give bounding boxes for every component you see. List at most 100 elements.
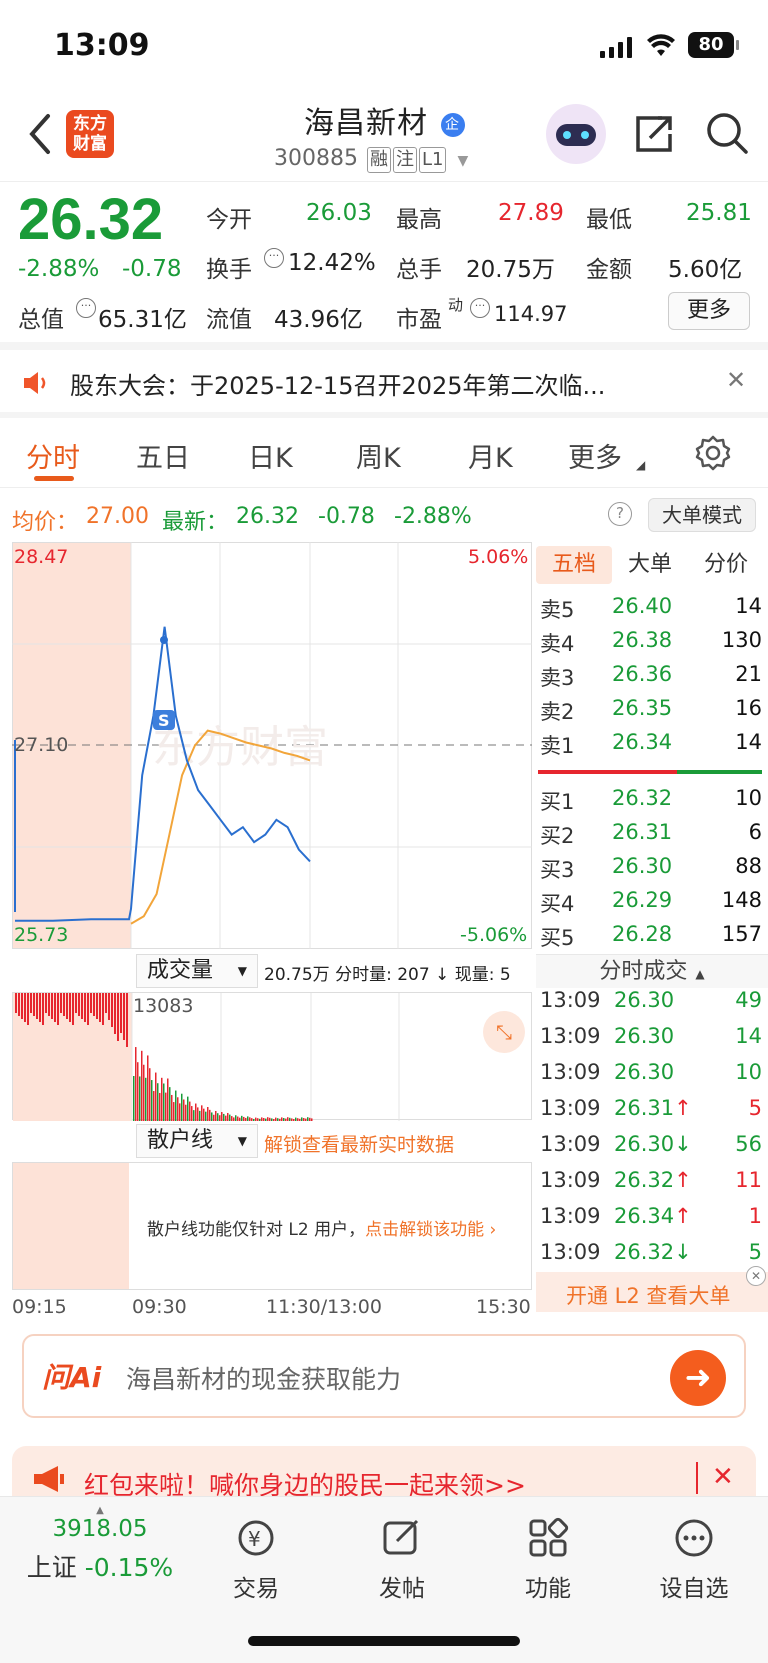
more-quote-button[interactable]: 更多 bbox=[668, 292, 750, 330]
volume-value: 20.75万 bbox=[466, 257, 555, 283]
open-value: 26.03 bbox=[306, 200, 372, 226]
buy-volume: 148 bbox=[721, 888, 762, 912]
tab-five-day[interactable]: 五日 bbox=[136, 436, 190, 475]
volume-bar bbox=[265, 1118, 267, 1121]
y-top-label: 28.47 bbox=[14, 546, 69, 568]
index-value: 3918.05 bbox=[52, 1516, 148, 1542]
volume-bar bbox=[191, 1106, 193, 1121]
back-icon[interactable] bbox=[26, 112, 52, 156]
avg-value: 27.00 bbox=[86, 504, 149, 529]
volume-bar bbox=[27, 993, 29, 1025]
tab-price-dist[interactable]: 分价 bbox=[704, 546, 748, 584]
buy-price: 26.30 bbox=[612, 854, 673, 878]
intraday-chart[interactable]: 东方财富 S 28.47 27.10 25.73 5.06% -5.06% bbox=[12, 542, 532, 949]
tab-weekly-k[interactable]: 周K bbox=[356, 436, 401, 475]
volume-bar bbox=[143, 1064, 145, 1121]
tab-big-orders[interactable]: 大单 bbox=[628, 546, 672, 584]
stock-name: 海昌新材 企 bbox=[304, 98, 465, 142]
tab-daily-k[interactable]: 日K bbox=[248, 436, 293, 475]
chart-tabs: 分时 五日 日K 周K 月K 更多 ◢ bbox=[0, 418, 768, 488]
volume-bar bbox=[275, 1117, 277, 1121]
volume-bar bbox=[157, 1083, 159, 1121]
volume-bar bbox=[117, 993, 119, 1041]
info-dots-icon[interactable]: ··· bbox=[264, 248, 284, 268]
retail-unlock-link[interactable]: 解锁查看最新实时数据 bbox=[264, 1130, 454, 1157]
robot-avatar-icon[interactable] bbox=[546, 104, 606, 164]
nav-add-watchlist[interactable]: 设自选 bbox=[644, 1517, 744, 1603]
expand-icon[interactable]: ⤡ bbox=[483, 1011, 525, 1053]
tab-more-arrow-icon: ◢ bbox=[636, 458, 646, 472]
volume-bar bbox=[285, 1118, 287, 1121]
trade-time: 13:09 bbox=[540, 1096, 601, 1120]
trade-volume: 10 bbox=[735, 1060, 762, 1084]
volume-bar bbox=[72, 993, 74, 1025]
big-order-mode-button[interactable]: 大单模式 bbox=[648, 498, 756, 532]
settings-icon[interactable] bbox=[694, 434, 732, 472]
close-icon-2[interactable]: ✕ bbox=[746, 1266, 766, 1286]
close-icon-3[interactable]: ✕ bbox=[712, 1462, 734, 1492]
retail-chart: 散户线功能仅针对 L2 用户，点击解锁该功能 › bbox=[12, 1162, 532, 1290]
stock-code[interactable]: 300885 融注 L1 ▼ bbox=[274, 146, 468, 173]
tab-five-level[interactable]: 五档 bbox=[536, 546, 612, 584]
share-icon[interactable] bbox=[632, 112, 676, 156]
battery-tip bbox=[736, 40, 739, 50]
volume-bar bbox=[99, 993, 101, 1022]
volume-bar bbox=[269, 1117, 271, 1121]
volume-indicator-select[interactable]: 成交量 ▼ bbox=[136, 954, 258, 988]
l2-upsell[interactable]: 开通 L2 查看大单 ✕ bbox=[536, 1266, 768, 1312]
low-label: 最低 bbox=[586, 207, 632, 233]
volume-bar bbox=[24, 993, 26, 1022]
trade-volume: 5 bbox=[748, 1096, 762, 1120]
buy-price: 26.32 bbox=[612, 786, 673, 810]
volume-bar bbox=[273, 1119, 275, 1121]
retail-premarket-shade bbox=[13, 1163, 129, 1289]
trades-header[interactable]: 分时成交 ▲ bbox=[536, 954, 768, 988]
index-widget[interactable]: ▲ 3918.05 上证 -0.15% bbox=[20, 1505, 180, 1595]
volume-bar bbox=[217, 1113, 219, 1121]
high-value: 27.89 bbox=[498, 200, 564, 226]
volume-bar bbox=[183, 1099, 185, 1121]
volume-bar bbox=[243, 1116, 245, 1121]
intraday-chart-svg: 东方财富 S bbox=[12, 542, 532, 949]
trade-row: 13:09 26.32↓ 5 bbox=[536, 1236, 762, 1272]
nav-functions[interactable]: 功能 bbox=[498, 1517, 598, 1603]
stock-code-text: 300885 bbox=[274, 146, 358, 171]
buy-volume: 157 bbox=[721, 922, 762, 946]
volume-max-label: 13083 bbox=[133, 995, 194, 1017]
home-indicator bbox=[248, 1636, 520, 1646]
volume-bar bbox=[185, 1104, 187, 1121]
ask-ai-submit-arrow-icon[interactable]: ➜ bbox=[670, 1350, 726, 1406]
info-dots-icon-3[interactable]: ··· bbox=[470, 298, 490, 318]
volume-bar bbox=[221, 1112, 223, 1121]
volume-bar bbox=[187, 1096, 189, 1121]
volume-bar bbox=[259, 1118, 261, 1121]
retail-indicator-select[interactable]: 散户线 ▼ bbox=[136, 1124, 258, 1158]
dropdown-icon[interactable]: ▼ bbox=[457, 153, 468, 169]
tab-intraday[interactable]: 分时 bbox=[26, 436, 80, 475]
tab-monthly-k[interactable]: 月K bbox=[468, 436, 513, 475]
help-icon[interactable]: ? bbox=[608, 502, 632, 526]
nav-trade[interactable]: ¥ 交易 bbox=[206, 1517, 306, 1603]
last-pct: -2.88% bbox=[394, 504, 472, 529]
tab-more[interactable]: 更多 bbox=[568, 436, 622, 475]
notice-bar[interactable]: 股东大会：于2025-12-15召开2025年第二次临... ✕ bbox=[0, 350, 768, 416]
battery-level: 80 bbox=[698, 34, 724, 55]
volume-label: 总手 bbox=[396, 257, 442, 283]
retail-unlock-feature-link[interactable]: 点击解锁该功能 bbox=[365, 1220, 484, 1240]
volume-bar bbox=[75, 993, 77, 1013]
volume-chart[interactable]: 13083 ⤡ bbox=[12, 992, 532, 1121]
ask-ai-box[interactable]: 问Ai 海昌新材的现金获取能力 ➜ bbox=[22, 1334, 746, 1418]
volume-bar bbox=[301, 1117, 303, 1121]
amount-label: 金额 bbox=[586, 257, 632, 283]
close-icon[interactable]: ✕ bbox=[726, 366, 746, 394]
app-logo[interactable]: 东方 财富 bbox=[66, 110, 114, 158]
pct-top-label: 5.06% bbox=[468, 546, 529, 568]
trades-title: 分时成交 bbox=[599, 959, 688, 984]
tag-l1: L1 bbox=[418, 147, 447, 173]
nav-post[interactable]: 发帖 bbox=[352, 1517, 452, 1603]
turnover-label: 换手 bbox=[206, 257, 252, 283]
info-dots-icon-2[interactable]: ··· bbox=[76, 298, 96, 318]
search-icon[interactable] bbox=[704, 110, 750, 156]
ask-ai-placeholder: 海昌新材的现金获取能力 bbox=[126, 1365, 402, 1394]
volume-bar bbox=[257, 1118, 259, 1121]
